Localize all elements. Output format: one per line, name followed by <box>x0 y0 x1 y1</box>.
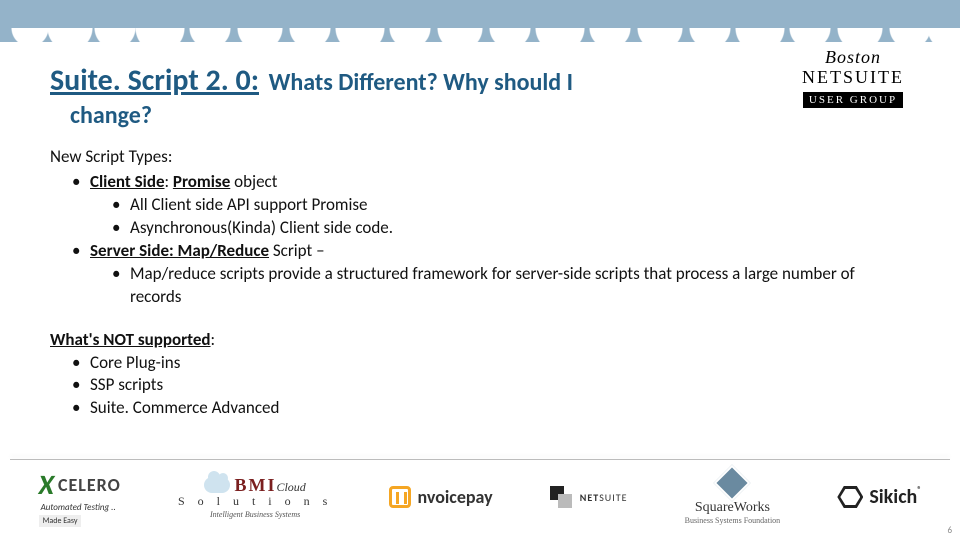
logo-product: NETSUITE <box>802 68 904 88</box>
bullet-server-side: Server Side: Map/Reduce Script – <box>72 240 910 263</box>
not-supported-item: Core Plug-ins <box>72 352 910 375</box>
title-main: Suite. Script 2. 0: <box>50 62 259 99</box>
slide: Boston NETSUITE USER GROUP Suite. Script… <box>0 0 960 540</box>
logo-nvoicepay: nvoicepay <box>389 486 492 508</box>
diamond-icon <box>714 464 751 501</box>
section1-intro: New Script Types: <box>50 146 910 169</box>
cloud-icon <box>204 477 230 493</box>
logo-city: Boston <box>802 48 904 68</box>
cloud-banner <box>0 0 960 42</box>
logo-netsuite: NETSUITE <box>550 486 628 508</box>
sub-bullet: Map/reduce scripts provide a structured … <box>112 263 910 309</box>
sub-bullet: All Client side API support Promise <box>112 194 910 217</box>
logo-group: USER GROUP <box>803 92 903 108</box>
header-logo-boston-netsuite: Boston NETSUITE USER GROUP <box>802 48 904 108</box>
slide-body: New Script Types: Client Side: Promise o… <box>50 146 910 420</box>
footer-divider <box>10 459 950 460</box>
slide-title: Suite. Script 2. 0: Whats Different? Why… <box>50 62 740 130</box>
label: Client Side <box>90 171 165 192</box>
title-rest: Whats Different? Why should I <box>269 68 573 97</box>
netsuite-icon <box>550 486 572 508</box>
hex-icon <box>837 486 863 508</box>
bullet-client-side: Client Side: Promise object <box>72 171 910 194</box>
x-icon: X <box>36 467 56 502</box>
logo-xcelero: XCELERO Automated Testing .. Made Easy <box>39 467 121 527</box>
sub-bullet: Asynchronous(Kinda) Client side code. <box>112 217 910 240</box>
not-supported-item: SSP scripts <box>72 374 910 397</box>
page-number: 6 <box>947 525 952 536</box>
title-line2: change? <box>70 101 740 130</box>
section2: What's NOT supported: Core Plug-ins SSP … <box>50 329 910 421</box>
nvoicepay-icon <box>389 486 411 508</box>
footer-logos: XCELERO Automated Testing .. Made Easy B… <box>0 462 960 540</box>
not-supported-item: Suite. Commerce Advanced <box>72 397 910 420</box>
logo-sikich: Sikich® <box>837 485 921 509</box>
logo-bmi-cloud: BMICloud S o l u t i o n s Intelligent B… <box>178 475 332 520</box>
section2-heading: What's NOT supported <box>50 329 211 350</box>
logo-squareworks: SquareWorks Business Systems Foundation <box>685 470 781 525</box>
